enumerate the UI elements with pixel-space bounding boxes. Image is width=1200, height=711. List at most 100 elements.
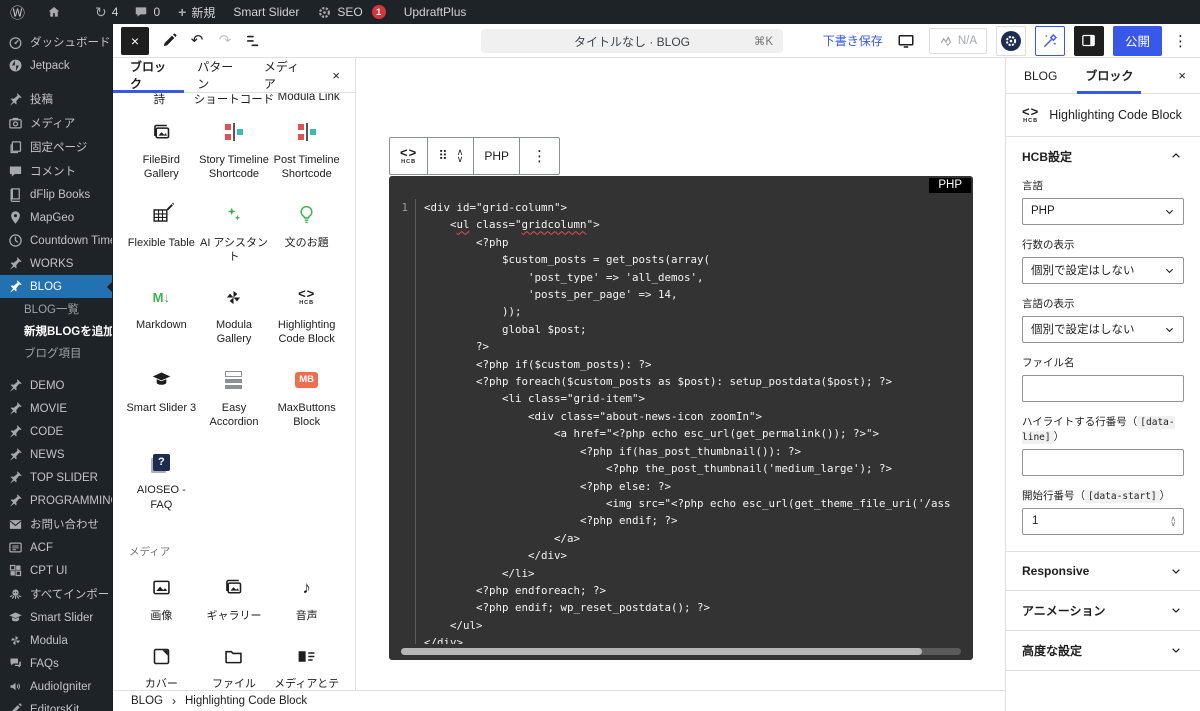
scrollbar-thumb[interactable] (401, 648, 922, 655)
block-item[interactable]: ギャラリー (198, 574, 271, 623)
menu-item[interactable]: DEMO (0, 374, 112, 397)
dataline-input[interactable] (1022, 449, 1184, 476)
edit-tool-button[interactable] (155, 27, 183, 55)
block-item[interactable]: AI アシスタント (198, 201, 271, 265)
options-menu-button[interactable]: ⋮ (1171, 32, 1190, 50)
submenu-item[interactable]: ブログ項目 (0, 342, 112, 364)
code-content[interactable]: <div id="grid-column"> <ul class="gridco… (416, 199, 971, 644)
tab-block[interactable]: ブロック (1071, 58, 1147, 93)
drag-handle[interactable]: ⠿ (438, 148, 448, 164)
menu-item[interactable]: PROGRAMMING (0, 489, 112, 512)
menu-item[interactable]: MapGeo (0, 206, 112, 229)
editor-canvas[interactable]: <>HCB ⠿ ∧∨ PHP ⋮ (356, 58, 1005, 690)
block-item[interactable]: Smart Slider 3 (125, 366, 198, 430)
tab-patterns[interactable]: パターン (184, 58, 251, 92)
menu-item[interactable]: メディア (0, 111, 112, 135)
lang-display-select[interactable]: 個別で設定はしない (1022, 316, 1184, 343)
block-item[interactable]: Easy Accordion (198, 366, 271, 430)
menu-item[interactable]: CPT UI (0, 559, 112, 582)
updraftplus-menu[interactable]: UpdraftPlus (404, 5, 467, 19)
tab-post-blog[interactable]: BLOG (1006, 58, 1071, 93)
block-item[interactable]: <>HCBHighlighting Code Block (270, 283, 343, 347)
menu-item[interactable]: NEWS (0, 443, 112, 466)
block-item[interactable]: ファイル (198, 642, 271, 690)
updates-indicator[interactable]: ↻ 4 (95, 5, 118, 19)
block-item[interactable]: Modula Gallery (198, 283, 271, 347)
block-item[interactable]: FileBird Gallery (125, 118, 198, 182)
markdown-icon: M↓ (153, 290, 170, 305)
language-select[interactable]: PHP (1022, 198, 1184, 225)
block-item[interactable]: 画像 (125, 574, 198, 623)
menu-item[interactable]: Jetpack (0, 54, 112, 77)
comments-indicator[interactable]: 0 (134, 5, 160, 19)
animation-panel-header[interactable]: アニメーション (1006, 591, 1200, 631)
menu-item[interactable]: EditorsKit (0, 698, 112, 711)
submenu-item[interactable]: BLOG一覧 (0, 298, 112, 320)
block-item[interactable]: ?AIOSEO - FAQ (125, 448, 198, 512)
block-item[interactable]: メディアとテキスト (270, 642, 343, 690)
block-item[interactable]: カバー (125, 642, 198, 690)
list-view-button[interactable] (239, 27, 267, 55)
menu-item[interactable]: コメント (0, 159, 112, 183)
hcb-settings-panel-header[interactable]: HCB設定 (1006, 137, 1200, 176)
save-draft-button[interactable]: 下書き保存 (823, 32, 883, 49)
menu-item[interactable]: ACF (0, 536, 112, 559)
block-options-button[interactable]: ⋮ (530, 147, 549, 165)
publish-button[interactable]: 公開 (1113, 26, 1162, 56)
menu-item[interactable]: dFlip Books (0, 183, 112, 206)
block-item[interactable]: Post Timeline Shortcode (270, 118, 343, 182)
menu-item[interactable]: TOP SLIDER (0, 466, 112, 489)
menu-item[interactable]: Countdown Timer (0, 229, 112, 252)
wp-logo[interactable]: Ⓦ (10, 2, 25, 23)
seo-menu[interactable]: SEO 1 (317, 5, 385, 20)
smart-slider-menu[interactable]: Smart Slider (233, 5, 299, 19)
menu-item[interactable]: ダッシュボード (0, 30, 112, 54)
redo-button[interactable]: ↷ (211, 27, 239, 55)
site-home-link[interactable] (47, 5, 61, 19)
menu-item[interactable]: 固定ページ (0, 135, 112, 159)
inserter-close-icon[interactable]: × (317, 58, 355, 92)
block-item[interactable]: Story Timeline Shortcode (198, 118, 271, 182)
block-item[interactable]: M↓Markdown (125, 283, 198, 347)
ai-assistant-button[interactable] (1035, 26, 1065, 56)
datastart-input[interactable]: 1 ∧∨ (1022, 508, 1184, 535)
horizontal-scrollbar[interactable] (401, 648, 961, 655)
menu-item[interactable]: FAQs (0, 652, 112, 675)
menu-item[interactable]: お問い合わせ (0, 512, 112, 536)
new-content-menu[interactable]: + 新規 (178, 4, 215, 21)
seo-settings-button[interactable] (996, 26, 1026, 56)
tab-media[interactable]: メディア (251, 58, 318, 92)
na-plugin-button[interactable]: N/A (929, 28, 987, 54)
menu-item[interactable]: すべてインポート (0, 582, 112, 606)
preview-button[interactable] (892, 27, 920, 55)
advanced-panel-header[interactable]: 高度な設定 (1006, 631, 1200, 671)
highlighting-code-block[interactable]: PHP 1 <div id="grid-column"> <ul class="… (389, 176, 973, 660)
block-item[interactable]: Flexible Table (125, 201, 198, 265)
block-item[interactable]: ♪音声 (270, 574, 343, 623)
number-stepper[interactable]: ∧∨ (1171, 516, 1177, 527)
inspector-close-icon[interactable]: × (1164, 58, 1200, 93)
menu-item[interactable]: Modula (0, 629, 112, 652)
block-item[interactable]: MBMaxButtons Block (270, 366, 343, 430)
filename-input[interactable] (1022, 375, 1184, 402)
breadcrumb-root[interactable]: BLOG (131, 695, 163, 707)
line-display-select[interactable]: 個別で設定はしない (1022, 257, 1184, 284)
menu-item[interactable]: WORKS (0, 252, 112, 275)
inserter-toggle-button[interactable]: × (121, 27, 149, 55)
menu-item[interactable]: 投稿 (0, 87, 112, 111)
menu-item-active[interactable]: BLOG (0, 275, 112, 298)
block-item[interactable]: 文のお題 (270, 201, 343, 265)
responsive-panel-header[interactable]: Responsive (1006, 552, 1200, 591)
submenu-item[interactable]: 新規BLOGを追加 (0, 320, 112, 342)
block-mover[interactable]: ∧∨ (457, 149, 464, 163)
menu-item[interactable]: AudioIgniter (0, 675, 112, 698)
menu-item[interactable]: MOVIE (0, 397, 112, 420)
document-title-bar[interactable]: タイトルなし · BLOG ⌘K (481, 29, 783, 53)
language-button[interactable]: PHP (484, 149, 509, 163)
menu-item[interactable]: Smart Slider (0, 606, 112, 629)
tab-blocks[interactable]: ブロック (113, 58, 184, 92)
block-type-button[interactable]: <>HCB (390, 138, 428, 174)
undo-button[interactable]: ↶ (183, 27, 211, 55)
menu-item[interactable]: CODE (0, 420, 112, 443)
settings-sidebar-toggle[interactable] (1074, 26, 1104, 56)
